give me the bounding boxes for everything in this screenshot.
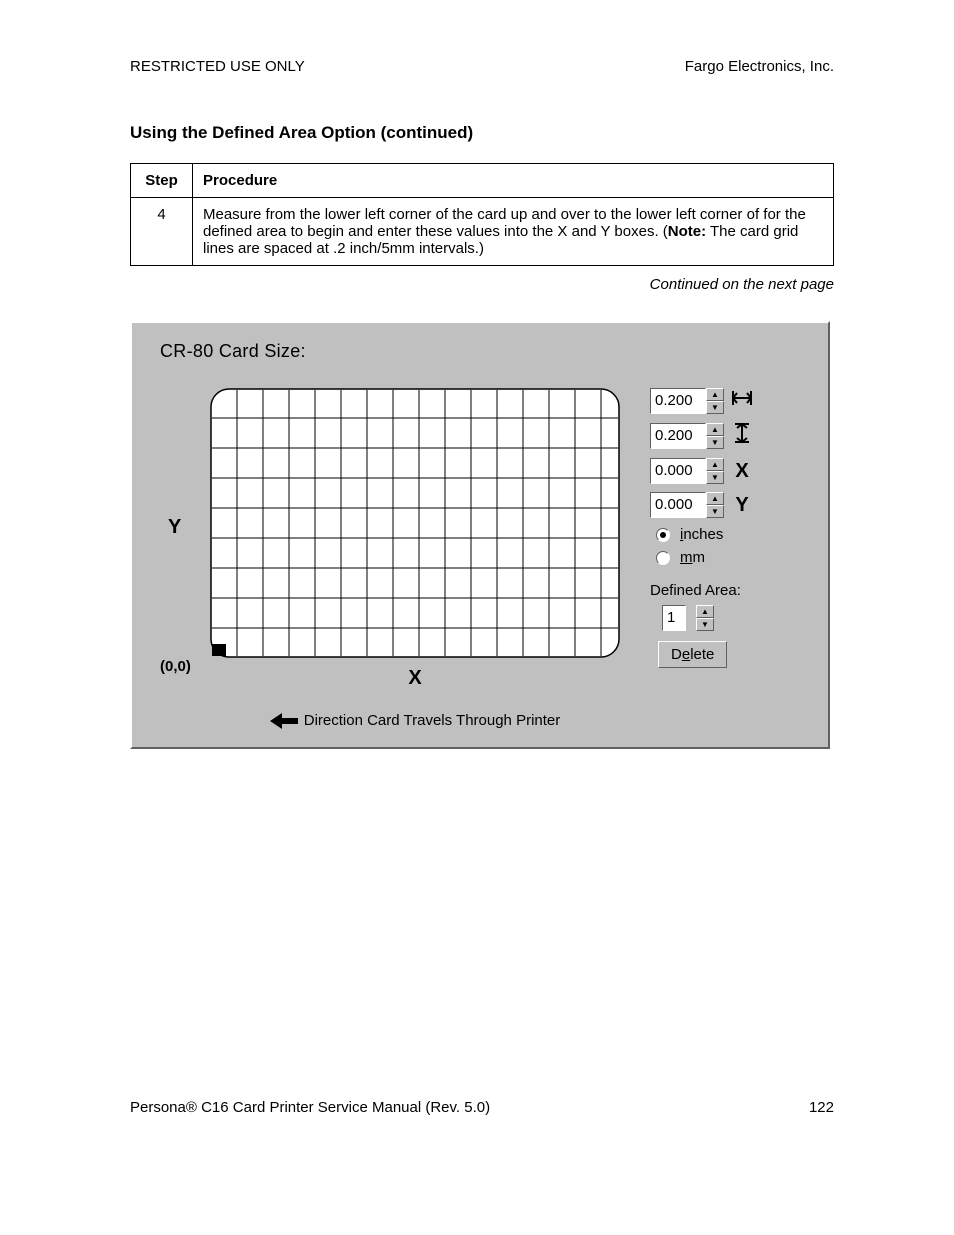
spin-up-button[interactable]: ▲ <box>706 458 724 471</box>
page-number: 122 <box>809 1099 834 1116</box>
radio-mm[interactable]: mm <box>656 549 808 566</box>
x-input[interactable]: 0.000 <box>650 458 706 484</box>
col-step: Step <box>131 164 193 198</box>
card-grid <box>210 388 620 658</box>
procedure-table: Step Procedure 4 Measure from the lower … <box>130 163 834 266</box>
spin-down-button[interactable]: ▼ <box>706 505 724 518</box>
x-axis-label: X <box>200 667 630 690</box>
origin-label: (0,0) <box>160 658 191 675</box>
cell-step: 4 <box>131 198 193 266</box>
direction-label: Direction Card Travels Through Printer <box>200 712 630 729</box>
arrow-left-icon <box>270 713 298 729</box>
x-spinner[interactable]: ▲ ▼ <box>706 458 724 484</box>
radio-inches-label: inches <box>680 526 723 543</box>
y-input[interactable]: 0.000 <box>650 492 706 518</box>
spin-up-button[interactable]: ▲ <box>706 388 724 401</box>
spin-up-button[interactable]: ▲ <box>706 492 724 505</box>
spin-up-button[interactable]: ▲ <box>696 605 714 618</box>
radio-icon <box>656 528 670 542</box>
cell-procedure: Measure from the lower left corner of th… <box>193 198 834 266</box>
header-left: RESTRICTED USE ONLY <box>130 58 305 75</box>
defined-area-spinner[interactable]: ▲ ▼ <box>696 605 714 631</box>
radio-mm-label: mm <box>680 549 705 566</box>
spin-down-button[interactable]: ▼ <box>696 618 714 631</box>
radio-icon <box>656 551 670 565</box>
direction-text: Direction Card Travels Through Printer <box>304 712 561 729</box>
height-spinner[interactable]: ▲ ▼ <box>706 423 724 449</box>
spin-down-button[interactable]: ▼ <box>706 471 724 484</box>
radio-inches[interactable]: inches <box>656 526 808 543</box>
card-size-dialog: CR-80 Card Size: Y (0,0) <box>130 321 830 749</box>
x-dim-label: X <box>730 460 754 483</box>
defined-area-label: Defined Area: <box>650 582 808 599</box>
spin-up-button[interactable]: ▲ <box>706 423 724 436</box>
dialog-title: CR-80 Card Size: <box>160 341 808 362</box>
width-spinner[interactable]: ▲ ▼ <box>706 388 724 414</box>
note-label: Note: <box>668 223 706 240</box>
spin-down-button[interactable]: ▼ <box>706 436 724 449</box>
height-icon <box>730 422 754 450</box>
y-dim-label: Y <box>730 494 754 517</box>
footer-left: Persona® C16 Card Printer Service Manual… <box>130 1099 490 1116</box>
delete-button[interactable]: Delete <box>658 641 727 668</box>
header-right: Fargo Electronics, Inc. <box>685 58 834 75</box>
col-procedure: Procedure <box>193 164 834 198</box>
page-footer: Persona® C16 Card Printer Service Manual… <box>130 1099 834 1116</box>
page-header: RESTRICTED USE ONLY Fargo Electronics, I… <box>130 58 834 75</box>
y-spinner[interactable]: ▲ ▼ <box>706 492 724 518</box>
spin-down-button[interactable]: ▼ <box>706 401 724 414</box>
height-input[interactable]: 0.200 <box>650 423 706 449</box>
width-icon <box>730 389 754 413</box>
controls-panel: 0.200 ▲ ▼ 0.200 ▲ ▼ <box>650 388 808 668</box>
y-axis-label: Y <box>168 516 181 539</box>
defined-area-input[interactable]: 1 <box>662 605 686 631</box>
table-row: 4 Measure from the lower left corner of … <box>131 198 834 266</box>
card-preview-area: Y (0,0) X <box>160 388 630 729</box>
continued-note: Continued on the next page <box>130 276 834 293</box>
section-title: Using the Defined Area Option (continued… <box>130 123 834 143</box>
width-input[interactable]: 0.200 <box>650 388 706 414</box>
